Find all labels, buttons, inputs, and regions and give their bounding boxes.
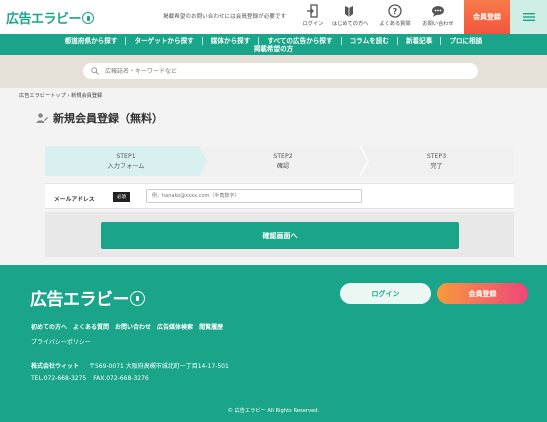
step-3: STEP3 完了 (359, 146, 514, 176)
confirm-area: 確認画面へ (45, 212, 514, 257)
email-field[interactable] (146, 189, 362, 203)
step-indicator: STEP1 入力フォーム STEP2 確認 STEP3 完了 (45, 146, 514, 176)
header-login-link[interactable]: ログイン (296, 4, 330, 27)
cursor-click-icon (82, 12, 95, 24)
footer-link-history[interactable]: 閲覧履歴 (199, 322, 223, 331)
nav-item-media[interactable]: 媒体から探す (201, 37, 259, 45)
required-badge: 必須 (113, 192, 130, 202)
header-faq-label: よくある質問 (379, 21, 411, 27)
company-info: 株式会社ウィット 〒569-0071 大阪府高槻市城北町一丁目14-17-501 (31, 361, 229, 370)
global-nav: 都道府県から探す ターゲットから探す 媒体から探す すべての広告から探す コラム… (0, 34, 547, 55)
footer-register-button[interactable]: 会員登録 (437, 283, 528, 304)
step-2: STEP2 確認 (203, 146, 363, 176)
company-contact: TEL.072-668-3275 FAX.072-668-3276 (31, 375, 149, 382)
chat-bubble-icon (432, 6, 444, 17)
header-contact-link[interactable]: お問い合わせ (421, 4, 455, 27)
step-1-number: STEP1 (116, 153, 136, 160)
search-band (0, 55, 547, 88)
header-beginner-label: はじめての方へ (332, 21, 369, 27)
menu-lines (522, 13, 535, 21)
search-box[interactable] (83, 63, 478, 79)
nav-item-target[interactable]: ターゲットから探す (125, 37, 201, 45)
nav-item-prefecture[interactable]: 都道府県から探す (57, 37, 126, 45)
breadcrumb-separator: › (67, 93, 70, 99)
site-header: 広告エラビー 掲載希望のお問い合わせには会員登録が必要です ログイン はじめての… (0, 0, 547, 34)
step-3-number: STEP3 (426, 153, 447, 160)
header-faq-link[interactable]: ? よくある質問 (378, 4, 412, 27)
footer-links: 初めての方へ よくある質問 お問い合わせ 広告媒体検索 閲覧履歴 (31, 322, 223, 331)
question-icon: ? (388, 4, 402, 18)
logo-text: 広告エラビー (6, 12, 82, 27)
search-input[interactable] (105, 67, 465, 75)
header-beginner-link[interactable]: はじめての方へ (332, 4, 369, 27)
cursor-click-icon (130, 291, 145, 306)
page-title: 新規会員登録（無料） (53, 112, 163, 125)
footer-logo-text: 広告エラビー (30, 290, 130, 310)
company-name: 株式会社ウィット (31, 363, 80, 370)
breadcrumb: 広告エラビートップ › 新規会員登録 (19, 92, 102, 99)
page-heading: 新規会員登録（無料） (36, 110, 163, 126)
beginner-mark-icon (345, 6, 353, 17)
nav-item-news[interactable]: 新着記事 (396, 37, 440, 45)
footer-link-media-search[interactable]: 広告媒体検索 (157, 322, 193, 331)
footer-logo[interactable]: 広告エラビー (30, 285, 145, 310)
nav-row-1: 都道府県から探す ターゲットから探す 媒体から探す すべての広告から探す コラム… (0, 37, 547, 45)
step-1-label: 入力フォーム (107, 163, 145, 170)
site-logo[interactable]: 広告エラビー (6, 8, 95, 27)
step-2-label: 確認 (276, 163, 290, 170)
svg-text:?: ? (393, 7, 398, 16)
header-contact-label: お問い合わせ (422, 21, 454, 27)
header-notice: 掲載希望のお問い合わせには会員登録が必要です (163, 14, 287, 20)
hamburger-menu-icon[interactable] (510, 0, 547, 34)
confirm-button[interactable]: 確認画面へ (101, 222, 459, 249)
step-2-number: STEP2 (273, 153, 293, 160)
company-address: 〒569-0071 大阪府高槻市城北町一丁目14-17-501 (88, 363, 229, 370)
login-door-icon (307, 4, 318, 18)
nav-row-2: 掲載希望の方 (0, 45, 547, 53)
step-1: STEP1 入力フォーム (45, 146, 207, 176)
footer-link-faq[interactable]: よくある質問 (73, 322, 109, 331)
email-form-row: メールアドレス 必須 (45, 183, 514, 209)
nav-item-all-ads[interactable]: すべての広告から探す (258, 37, 340, 45)
footer-link-contact[interactable]: お問い合わせ (115, 322, 151, 331)
step-3-label: 完了 (430, 163, 443, 170)
nav-item-column[interactable]: コラムを読む (340, 37, 397, 45)
footer-privacy-link[interactable]: プライバシーポリシー (31, 337, 91, 346)
footer-link-beginner[interactable]: 初めての方へ (31, 322, 67, 331)
email-label: メールアドレス (54, 197, 95, 203)
nav-item-consult[interactable]: プロに相談 (440, 37, 490, 45)
breadcrumb-current: 新規会員登録 (71, 93, 103, 99)
header-login-label: ログイン (302, 21, 324, 27)
header-register-button[interactable]: 会員登録 (464, 0, 510, 34)
copyright: © 広告エラビー All Rights Reserved. (227, 408, 320, 414)
search-icon (91, 67, 99, 75)
breadcrumb-home[interactable]: 広告エラビートップ (19, 93, 66, 99)
nav-item-advertiser[interactable]: 掲載希望の方 (246, 45, 302, 53)
footer-login-button[interactable]: ログイン (340, 283, 431, 304)
site-footer: 広告エラビー ログイン 会員登録 初めての方へ よくある質問 お問い合わせ 広告… (0, 265, 547, 422)
company-fax: FAX.072-668-3276 (93, 375, 149, 382)
user-edit-icon (36, 113, 48, 123)
company-tel: TEL.072-668-3275 (31, 375, 87, 382)
